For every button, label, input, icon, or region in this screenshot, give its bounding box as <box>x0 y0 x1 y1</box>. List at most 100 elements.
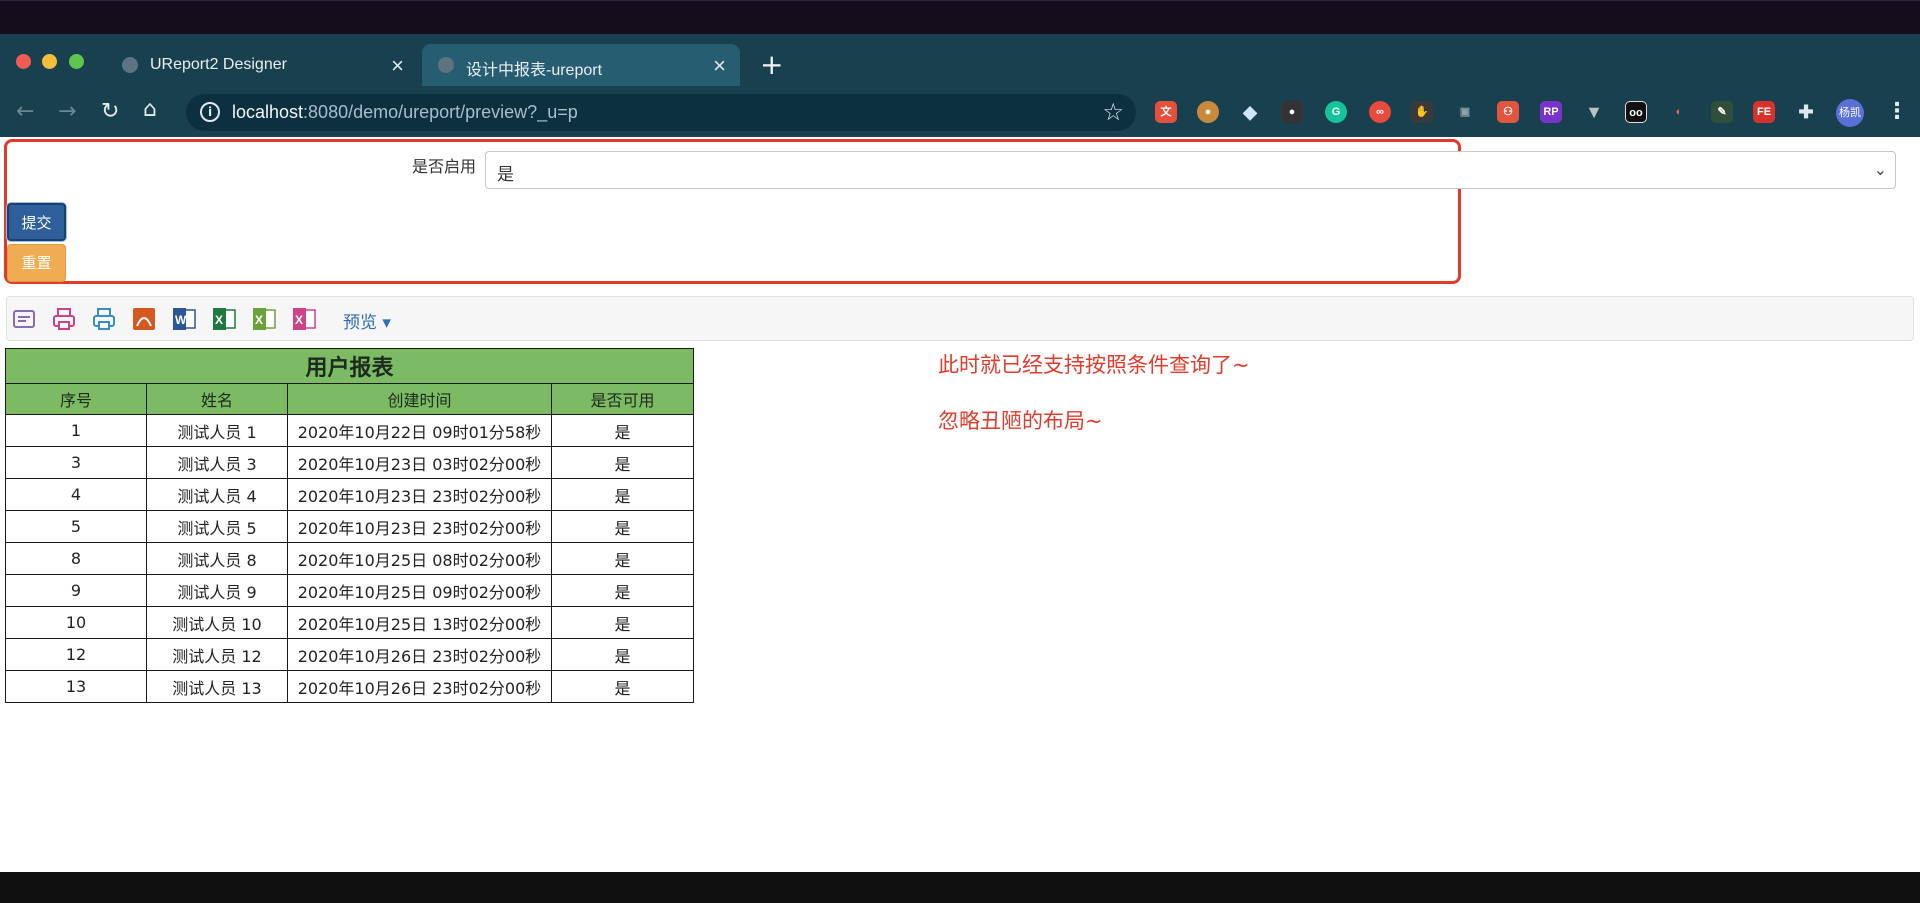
address-bar[interactable]: i localhost:8080/demo/ureport/preview?_u… <box>186 94 1136 131</box>
table-cell: 是 <box>551 414 694 447</box>
reset-button[interactable]: 重置 <box>7 244 66 282</box>
close-window-button[interactable] <box>16 54 31 69</box>
globe-icon <box>438 57 454 73</box>
table-cell: 12 <box>5 638 147 671</box>
avatar[interactable]: 杨凯 <box>1836 99 1864 127</box>
swipe-icon[interactable]: ✋ <box>1411 101 1433 123</box>
export-excel-sheet-icon[interactable]: X <box>291 306 317 332</box>
cookie-icon[interactable]: ● <box>1197 101 1219 123</box>
reload-icon[interactable]: ↻ <box>101 99 119 124</box>
new-tab-icon[interactable]: + <box>760 48 783 81</box>
puzzle-icon[interactable]: ✚ <box>1795 101 1817 123</box>
globe-icon <box>122 57 138 73</box>
screenshot-icon[interactable]: ▣ <box>1454 101 1476 123</box>
table-row: 3 测试人员 3 2020年10月23日 03时02分00秒是 <box>5 446 694 479</box>
table-cell: 2020年10月23日 03时02分00秒 <box>287 446 552 479</box>
table-cell: 2020年10月23日 23时02分00秒 <box>287 510 552 543</box>
table-cell: 2020年10月25日 13时02分00秒 <box>287 606 552 639</box>
tab-report-preview[interactable]: 设计中报表-ureport × <box>422 44 740 86</box>
enabled-select-value: 是 <box>497 165 514 185</box>
table-row: 9 测试人员 9 2020年10月25日 09时02分00秒是 <box>5 574 694 607</box>
home-icon[interactable]: ⌂ <box>143 97 157 122</box>
maximize-window-button[interactable] <box>69 54 84 69</box>
print-preview-icon[interactable] <box>11 306 37 332</box>
table-cell: 测试人员 4 <box>146 478 288 511</box>
table-cell: 测试人员 1 <box>146 414 288 447</box>
enabled-label: 是否启用 <box>412 157 477 176</box>
table-cell: 测试人员 10 <box>146 606 288 639</box>
column-header: 创建时间 <box>287 383 552 415</box>
chevron-down-icon: ⌄ <box>1873 160 1887 179</box>
tab-title: UReport2 Designer <box>150 56 287 73</box>
report-title: 用户报表 <box>5 348 694 384</box>
close-tab-icon[interactable]: × <box>391 53 404 79</box>
table-row: 5 测试人员 5 2020年10月23日 23时02分00秒是 <box>5 510 694 543</box>
table-cell: 2020年10月26日 23时02分00秒 <box>287 638 552 671</box>
org-chart-icon[interactable]: ⚇ <box>1497 101 1519 123</box>
infinity-icon[interactable]: ∞ <box>1369 101 1391 123</box>
annotation-text: 此时就已经支持按照条件查询了~ <box>938 353 1250 377</box>
table-cell: 9 <box>5 574 147 607</box>
annotation-text: 忽略丑陋的布局~ <box>938 409 1103 433</box>
diamond-icon[interactable]: ◆ <box>1239 101 1261 123</box>
export-pdf-icon[interactable] <box>131 306 157 332</box>
table-cell: 是 <box>551 510 694 543</box>
table-cell: 8 <box>5 542 147 575</box>
vue-icon[interactable]: ▼ <box>1583 101 1605 123</box>
column-header: 序号 <box>5 383 147 415</box>
svg-text:X: X <box>295 313 303 327</box>
column-header: 姓名 <box>146 383 288 415</box>
more-menu-icon[interactable]: ⋮ <box>1886 99 1908 124</box>
table-row: 10 测试人员 10 2020年10月25日 13时02分00秒是 <box>5 606 694 639</box>
report-toolbar: W X X X 预览 ▾ <box>6 296 1914 341</box>
face-icon[interactable]: oo <box>1625 101 1647 123</box>
close-tab-icon[interactable]: × <box>713 53 726 79</box>
page-content: 是否启用 是 ⌄ 提交 重置 W X X X 预览 ▾ 用户报表 序号 姓名 创… <box>0 137 1920 872</box>
forward-icon[interactable]: → <box>58 99 76 124</box>
table-cell: 2020年10月22日 09时01分58秒 <box>287 414 552 447</box>
print-icon[interactable] <box>51 306 77 332</box>
table-row: 8 测试人员 8 2020年10月25日 08时02分00秒是 <box>5 542 694 575</box>
back-icon[interactable]: ← <box>16 99 34 124</box>
svg-text:X: X <box>255 313 263 327</box>
table-cell: 2020年10月25日 09时02分00秒 <box>287 574 552 607</box>
table-cell: 是 <box>551 574 694 607</box>
bookmark-star-icon[interactable]: ☆ <box>1102 98 1124 126</box>
site-info-icon[interactable]: i <box>200 102 220 122</box>
rp-icon[interactable]: RP <box>1540 101 1562 123</box>
table-cell: 测试人员 3 <box>146 446 288 479</box>
table-cell: 测试人员 8 <box>146 542 288 575</box>
record-icon[interactable]: ● <box>1281 101 1303 123</box>
enabled-select[interactable]: 是 ⌄ <box>485 151 1896 189</box>
caret-down-icon: ▾ <box>382 313 391 333</box>
report-table: 用户报表 序号 姓名 创建时间 是否可用 1 测试人员 1 2020年10月22日 09时… <box>5 348 694 703</box>
grammarly-icon[interactable]: G <box>1325 101 1347 123</box>
table-cell: 是 <box>551 606 694 639</box>
color-icon[interactable]: ◐ <box>1668 101 1690 123</box>
preview-dropdown[interactable]: 预览 ▾ <box>343 308 391 333</box>
submit-button[interactable]: 提交 <box>7 203 66 241</box>
table-cell: 测试人员 13 <box>146 670 288 703</box>
table-cell: 测试人员 12 <box>146 638 288 671</box>
table-cell: 是 <box>551 638 694 671</box>
svg-text:W: W <box>175 313 187 327</box>
pdf-print-icon[interactable] <box>91 306 117 332</box>
export-excel-paging-icon[interactable]: X <box>251 306 277 332</box>
url-text[interactable]: localhost:8080/demo/ureport/preview?_u=p <box>232 102 578 123</box>
table-row: 12 测试人员 12 2020年10月26日 23时02分00秒是 <box>5 638 694 671</box>
fe-icon[interactable]: FE <box>1753 101 1775 123</box>
desktop-top-strip <box>0 0 1920 34</box>
pen-icon[interactable]: ✎ <box>1711 101 1733 123</box>
bottom-bar <box>0 872 1920 903</box>
export-excel-icon[interactable]: X <box>211 306 237 332</box>
tab-ureport-designer[interactable]: UReport2 Designer × <box>106 44 418 86</box>
table-cell: 1 <box>5 414 147 447</box>
table-cell: 5 <box>5 510 147 543</box>
table-cell: 13 <box>5 670 147 703</box>
table-cell: 2020年10月25日 08时02分00秒 <box>287 542 552 575</box>
minimize-window-button[interactable] <box>42 54 57 69</box>
export-word-icon[interactable]: W <box>171 306 197 332</box>
table-cell: 测试人员 9 <box>146 574 288 607</box>
table-cell: 是 <box>551 446 694 479</box>
translate-icon[interactable]: 文 <box>1155 101 1177 123</box>
